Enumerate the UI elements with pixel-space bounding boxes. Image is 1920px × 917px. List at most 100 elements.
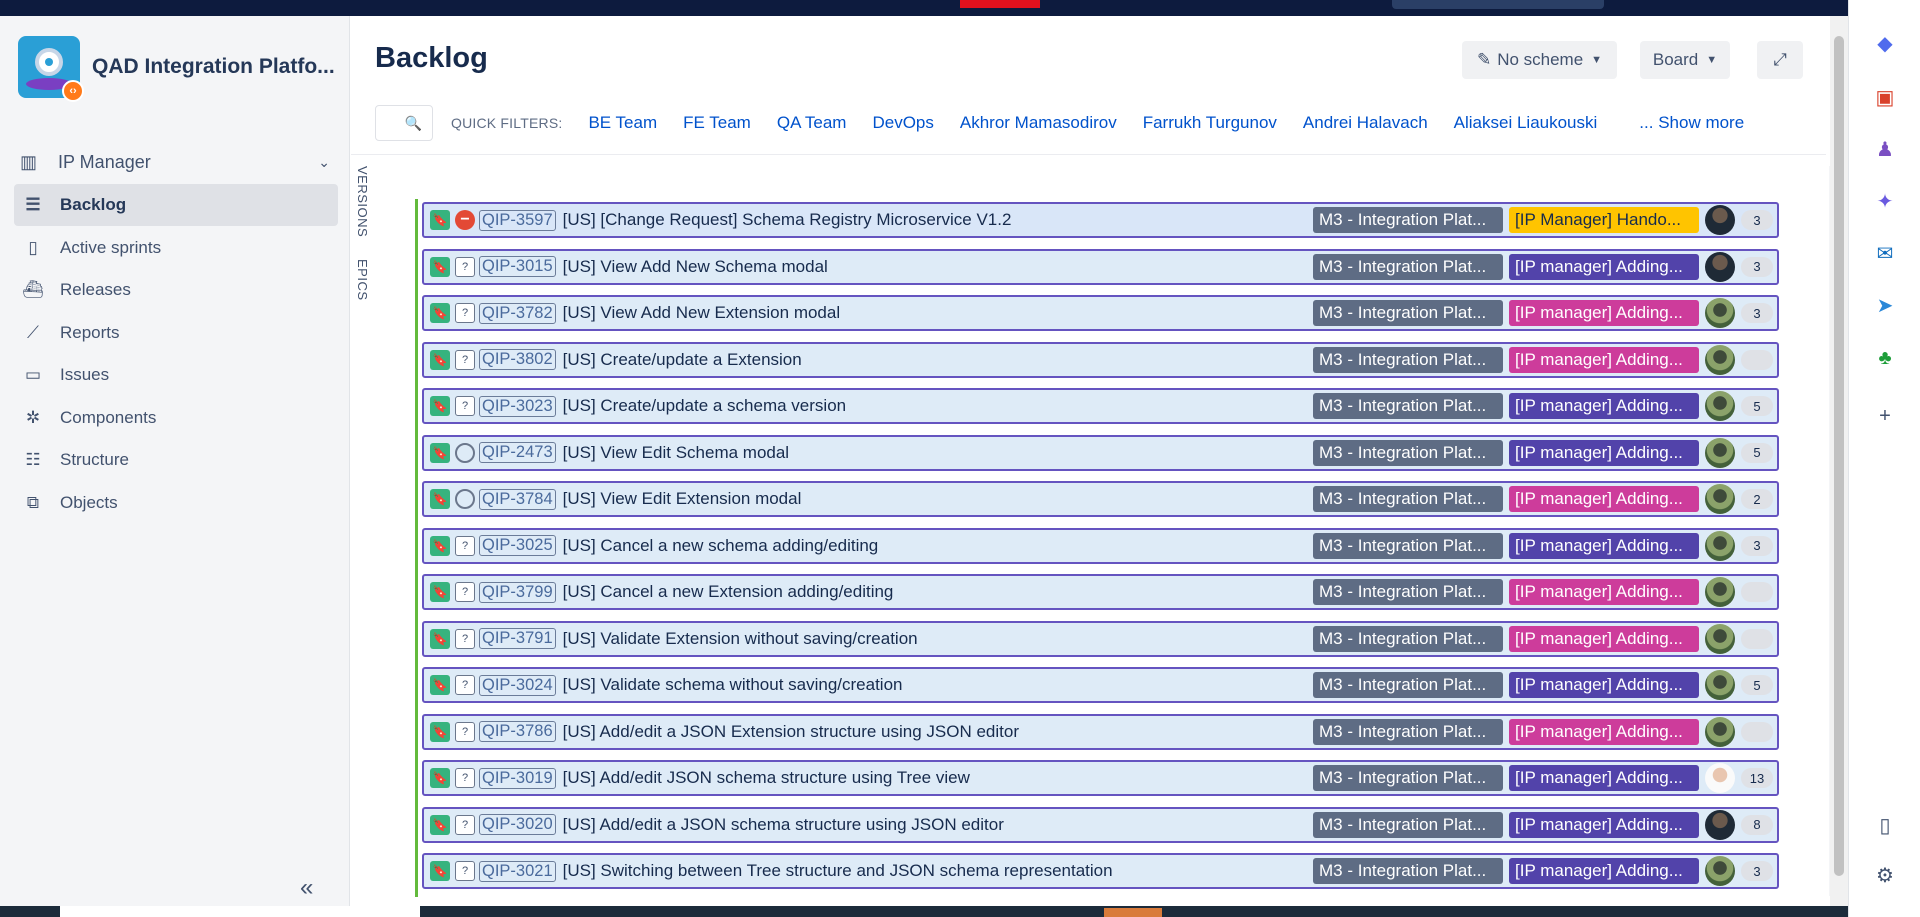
- issue-key-link[interactable]: QIP-3015: [479, 256, 556, 277]
- issue-card[interactable]: 🔖? QIP-3025 [US] Cancel a new schema addin…: [422, 527, 1779, 564]
- issue-row[interactable]: 🔖? QIP-3020 [US] Add/edit a JSON schema st…: [415, 803, 1783, 850]
- issue-card[interactable]: 🔖? QIP-3015 [US] View Add New Schema modal…: [422, 248, 1779, 285]
- outlook-icon[interactable]: ✉: [1873, 242, 1897, 266]
- assignee-avatar: [1705, 763, 1735, 793]
- sidebar-item-active-sprints[interactable]: ▯ Active sprints: [14, 227, 338, 269]
- copilot-icon[interactable]: ✦: [1873, 190, 1897, 214]
- page-scrollbar[interactable]: [1830, 16, 1848, 906]
- toolbox-icon[interactable]: ▣: [1873, 86, 1897, 110]
- issue-key-link[interactable]: QIP-3597: [479, 209, 556, 231]
- sidebar-item-releases[interactable]: ⛴ Releases: [14, 269, 338, 311]
- scheme-dropdown-button[interactable]: ✎ No scheme ▼: [1462, 41, 1617, 79]
- sidebar-item-label: Objects: [60, 492, 118, 512]
- page-scrollbar-thumb[interactable]: [1834, 36, 1844, 876]
- issue-row[interactable]: 🔖 QIP-3784 [US] View Edit Extension modal M…: [415, 478, 1783, 525]
- issue-row[interactable]: 🔖? QIP-3023 [US] Create/update a schema ve…: [415, 385, 1783, 432]
- issue-row[interactable]: 🔖? QIP-3015 [US] View Add New Schema modal…: [415, 245, 1783, 292]
- puzzle-icon: ✲: [25, 407, 41, 427]
- filters-divider: [351, 154, 1826, 155]
- issue-row[interactable]: 🔖? QIP-3786 [US] Add/edit a JSON Extension…: [415, 710, 1783, 757]
- issue-card[interactable]: 🔖? QIP-3020 [US] Add/edit a JSON schema st…: [422, 806, 1779, 843]
- tree-icon[interactable]: ♣: [1873, 346, 1897, 370]
- quick-filter-farrukh[interactable]: Farrukh Turgunov: [1143, 113, 1277, 133]
- issue-row[interactable]: 🔖 QIP-2473 [US] View Edit Schema modal M3 -…: [415, 431, 1783, 478]
- sidebar-item-backlog[interactable]: ☰ Backlog: [14, 184, 338, 226]
- issue-key-link[interactable]: QIP-3784: [479, 488, 556, 510]
- people-icon[interactable]: ♟: [1873, 138, 1897, 162]
- issue-card[interactable]: 🔖? QIP-3021 [US] Switching between Tree st…: [422, 853, 1779, 889]
- issue-card[interactable]: 🔖? QIP-3024 [US] Validate schema without s…: [422, 667, 1779, 703]
- taskbar-search[interactable]: [60, 906, 420, 917]
- issue-row[interactable]: 🔖? QIP-3025 [US] Cancel a new schema addin…: [415, 524, 1783, 571]
- add-icon[interactable]: +: [1873, 404, 1897, 428]
- project-header[interactable]: ‹› QAD Integration Platfo...: [18, 36, 335, 102]
- issue-key-link[interactable]: QIP-2473: [479, 442, 556, 463]
- show-more-filters-link[interactable]: ... Show more: [1639, 113, 1744, 133]
- sidebar-item-structure[interactable]: ☷ Structure: [14, 439, 338, 481]
- tab-epics[interactable]: EPICS: [355, 259, 370, 301]
- board-dropdown-button[interactable]: Board ▼: [1640, 41, 1730, 79]
- sidebar-item-reports[interactable]: ⟋ Reports: [14, 312, 338, 354]
- taskbar-app-icon[interactable]: [1104, 908, 1162, 917]
- issue-key-link[interactable]: QIP-3023: [479, 395, 556, 417]
- issue-card[interactable]: 🔖 − QIP-3597 [US] [Change Request] Schema R…: [422, 202, 1779, 238]
- quick-filter-akhror[interactable]: Akhror Mamasodirov: [960, 113, 1117, 133]
- issue-row[interactable]: 🔖? QIP-3021 [US] Switching between Tree st…: [415, 850, 1783, 897]
- issue-key-link[interactable]: QIP-3019: [479, 767, 556, 789]
- issue-summary: [US] Cancel a new Extension adding/editi…: [562, 582, 894, 601]
- issue-card[interactable]: 🔖? QIP-3799 [US] Cancel a new Extension ad…: [422, 574, 1779, 610]
- quick-filter-andrei[interactable]: Andrei Halavach: [1303, 113, 1428, 133]
- project-avatar: ‹›: [18, 36, 84, 102]
- collapse-sidebar-icon[interactable]: «: [300, 874, 313, 902]
- issue-card[interactable]: 🔖? QIP-3786 [US] Add/edit a JSON Extension…: [422, 713, 1779, 750]
- issue-card[interactable]: 🔖? QIP-3802 [US] Create/update a Extension…: [422, 341, 1779, 378]
- issue-row[interactable]: 🔖? QIP-3799 [US] Cancel a new Extension ad…: [415, 571, 1783, 618]
- quick-filter-devops[interactable]: DevOps: [872, 113, 933, 133]
- unknown-priority-icon: ?: [455, 256, 475, 277]
- page-title: Backlog: [375, 42, 488, 74]
- create-button[interactable]: [960, 0, 1040, 8]
- fix-version-lozenge: M3 - Integration Plat...: [1313, 253, 1503, 280]
- story-points-badge: 2: [1741, 489, 1773, 509]
- fix-version-lozenge: M3 - Integration Plat...: [1313, 811, 1503, 838]
- issue-card[interactable]: 🔖 QIP-3784 [US] View Edit Extension modal M…: [422, 481, 1779, 517]
- issue-row[interactable]: 🔖? QIP-3802 [US] Create/update a Extension…: [415, 338, 1783, 385]
- issue-row[interactable]: 🔖 − QIP-3597 [US] [Change Request] Schema R…: [415, 199, 1783, 246]
- issue-key-link[interactable]: QIP-3021: [479, 860, 556, 882]
- issue-key-link[interactable]: QIP-3799: [479, 581, 556, 603]
- issue-key-link[interactable]: QIP-3024: [479, 674, 556, 696]
- sidebar-item-issues[interactable]: ▭ Issues: [14, 354, 338, 396]
- issue-card[interactable]: 🔖? QIP-3019 [US] Add/edit JSON schema stru…: [422, 760, 1779, 796]
- issue-key-link[interactable]: QIP-3782: [479, 302, 556, 324]
- issue-card[interactable]: 🔖 QIP-2473 [US] View Edit Schema modal M3 -…: [422, 434, 1779, 471]
- issue-row[interactable]: 🔖? QIP-3024 [US] Validate schema without s…: [415, 664, 1783, 711]
- issue-card[interactable]: 🔖? QIP-3782 [US] View Add New Extension mo…: [422, 295, 1779, 331]
- issue-card[interactable]: 🔖? QIP-3791 [US] Validate Extension withou…: [422, 620, 1779, 657]
- quick-filter-qa-team[interactable]: QA Team: [777, 113, 847, 133]
- issue-row[interactable]: 🔖? QIP-3782 [US] View Add New Extension mo…: [415, 292, 1783, 339]
- quick-filter-fe-team[interactable]: FE Team: [683, 113, 751, 133]
- global-search-box[interactable]: [1392, 0, 1604, 9]
- board-selector[interactable]: ▥ IP Manager ⌄: [20, 144, 330, 180]
- sidebar-item-objects[interactable]: ⧉ Objects: [14, 482, 338, 524]
- backlog-search-input[interactable]: 🔍: [375, 105, 433, 141]
- issue-key-link[interactable]: QIP-3020: [479, 814, 556, 835]
- split-view-icon[interactable]: ▯: [1873, 814, 1897, 838]
- issue-row[interactable]: 🔖? QIP-3019 [US] Add/edit JSON schema stru…: [415, 757, 1783, 804]
- sidebar-item-components[interactable]: ✲ Components: [14, 397, 338, 439]
- issue-row[interactable]: 🔖? QIP-3791 [US] Validate Extension withou…: [415, 617, 1783, 664]
- settings-gear-icon[interactable]: ⚙: [1873, 864, 1897, 888]
- issue-card[interactable]: 🔖? QIP-3023 [US] Create/update a schema ve…: [422, 388, 1779, 424]
- send-icon[interactable]: ➤: [1873, 294, 1897, 318]
- fix-version-lozenge: M3 - Integration Plat...: [1313, 439, 1503, 466]
- issue-key-link[interactable]: QIP-3025: [479, 535, 556, 556]
- story-icon: 🔖: [430, 349, 450, 370]
- quick-filter-aliaksei[interactable]: Aliaksei Liaukouski: [1454, 113, 1598, 133]
- quick-filter-be-team[interactable]: BE Team: [588, 113, 657, 133]
- issue-key-link[interactable]: QIP-3786: [479, 721, 556, 742]
- issue-key-link[interactable]: QIP-3791: [479, 628, 556, 649]
- issue-key-link[interactable]: QIP-3802: [479, 349, 556, 370]
- tag-icon[interactable]: ◆: [1873, 32, 1897, 56]
- tab-versions[interactable]: VERSIONS: [355, 166, 370, 237]
- expand-button[interactable]: ⤢: [1757, 41, 1803, 79]
